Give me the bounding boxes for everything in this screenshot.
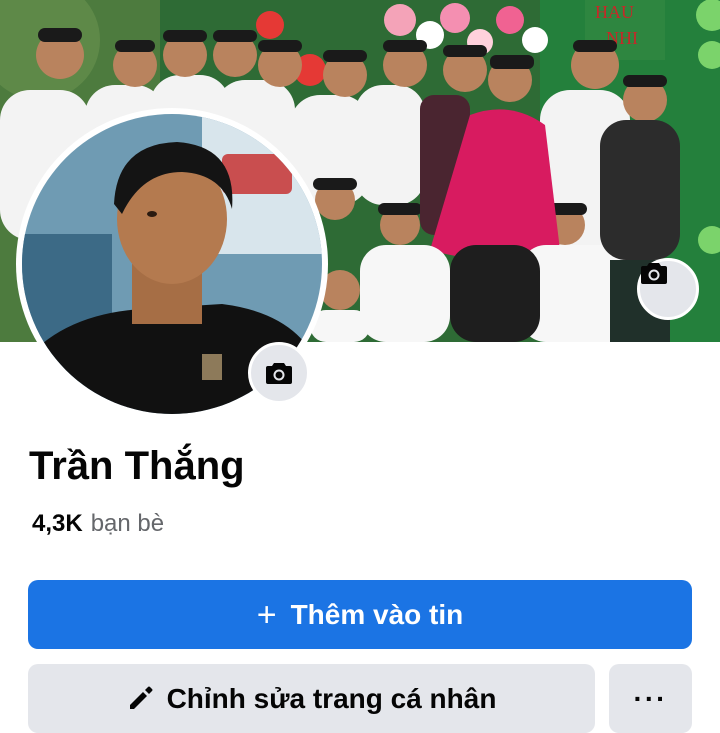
plus-icon: + <box>256 595 277 634</box>
svg-text:HAU: HAU <box>595 2 634 22</box>
camera-icon <box>266 363 292 384</box>
cover-camera-button[interactable] <box>637 258 699 320</box>
profile-name: Trần Thắng <box>29 444 245 488</box>
pencil-icon <box>129 686 153 709</box>
add-to-story-button[interactable]: + Thêm vào tin <box>28 580 692 649</box>
edit-profile-label: Chỉnh sửa trang cá nhân <box>166 682 497 714</box>
friends-label: bạn bè <box>90 510 165 537</box>
friends-count-value: 4,3K <box>32 510 83 537</box>
add-to-story-label: Thêm vào tin <box>290 598 464 630</box>
more-icon: ··· <box>633 682 668 714</box>
friends-count[interactable]: 4,3K bạn bè <box>32 510 164 538</box>
camera-icon <box>641 263 667 284</box>
avatar-camera-button[interactable] <box>248 342 310 404</box>
edit-profile-button[interactable]: Chỉnh sửa trang cá nhân <box>28 664 595 733</box>
more-options-button[interactable]: ··· <box>609 664 692 733</box>
